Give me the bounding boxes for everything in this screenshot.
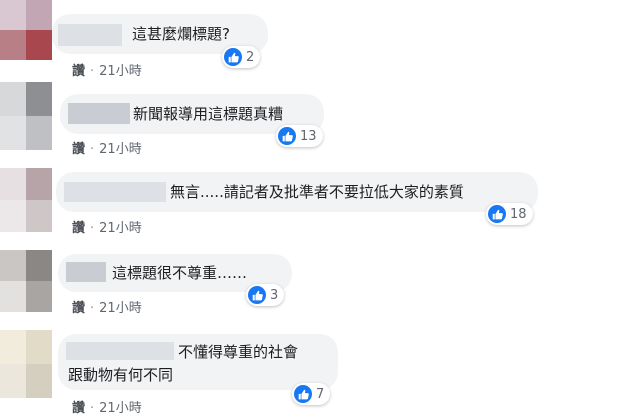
author-name[interactable] — [68, 103, 130, 124]
timestamp[interactable]: 21小時 — [99, 221, 142, 236]
reaction-summary[interactable]: 7 — [292, 383, 331, 405]
timestamp[interactable]: 21小時 — [99, 142, 142, 157]
separator: · — [90, 221, 95, 236]
thumbs-up-icon — [224, 48, 242, 66]
separator: · — [90, 401, 95, 416]
author-name[interactable] — [66, 262, 106, 282]
like-count: 3 — [270, 287, 279, 303]
comment-text: 不懂得尊重的社會 — [178, 343, 299, 361]
like-count: 13 — [300, 128, 317, 144]
thumbs-up-icon — [278, 127, 296, 145]
separator: · — [90, 142, 95, 157]
like-count: 2 — [246, 49, 255, 65]
comment-text: 無言.....請記者及批準者不要拉低大家的素質 — [170, 183, 464, 201]
comment-meta: 讚 · 21小時 — [72, 397, 142, 416]
author-name[interactable] — [58, 24, 122, 46]
timestamp[interactable]: 21小時 — [99, 301, 142, 316]
like-button[interactable]: 讚 — [72, 301, 85, 316]
like-button[interactable]: 讚 — [72, 64, 85, 79]
like-button[interactable]: 讚 — [72, 142, 85, 157]
comment-text: 這甚麼爛標題? — [132, 25, 230, 43]
thumbs-up-icon — [248, 286, 266, 304]
reaction-summary[interactable]: 3 — [246, 284, 285, 306]
comment-meta: 讚 · 21小時 — [72, 217, 142, 236]
timestamp[interactable]: 21小時 — [99, 64, 142, 79]
author-name[interactable] — [66, 342, 174, 360]
like-count: 7 — [316, 386, 325, 402]
comment-meta: 讚 · 21小時 — [72, 297, 142, 316]
reaction-summary[interactable]: 2 — [222, 46, 261, 68]
like-button[interactable]: 讚 — [72, 221, 85, 236]
like-count: 18 — [510, 206, 527, 222]
thumbs-up-icon — [294, 385, 312, 403]
reaction-summary[interactable]: 13 — [276, 125, 323, 147]
reaction-summary[interactable]: 18 — [486, 203, 533, 225]
avatar[interactable] — [0, 330, 52, 398]
timestamp[interactable]: 21小時 — [99, 401, 142, 416]
comment-text-line-2: 跟動物有何不同 — [68, 366, 174, 384]
comment-text: 這標題很不尊重…… — [112, 264, 248, 282]
avatar[interactable] — [0, 168, 52, 232]
author-name[interactable] — [64, 182, 166, 202]
like-button[interactable]: 讚 — [72, 401, 85, 416]
separator: · — [90, 301, 95, 316]
separator: · — [90, 64, 95, 79]
comment-meta: 讚 · 21小時 — [72, 138, 142, 157]
avatar[interactable] — [0, 0, 52, 60]
comment-meta: 讚 · 21小時 — [72, 60, 142, 79]
avatar[interactable] — [0, 82, 52, 150]
comment-text: 新聞報導用這標題真糟 — [133, 105, 284, 123]
avatar-column — [0, 0, 52, 418]
avatar[interactable] — [0, 250, 52, 312]
thumbs-up-icon — [488, 205, 506, 223]
